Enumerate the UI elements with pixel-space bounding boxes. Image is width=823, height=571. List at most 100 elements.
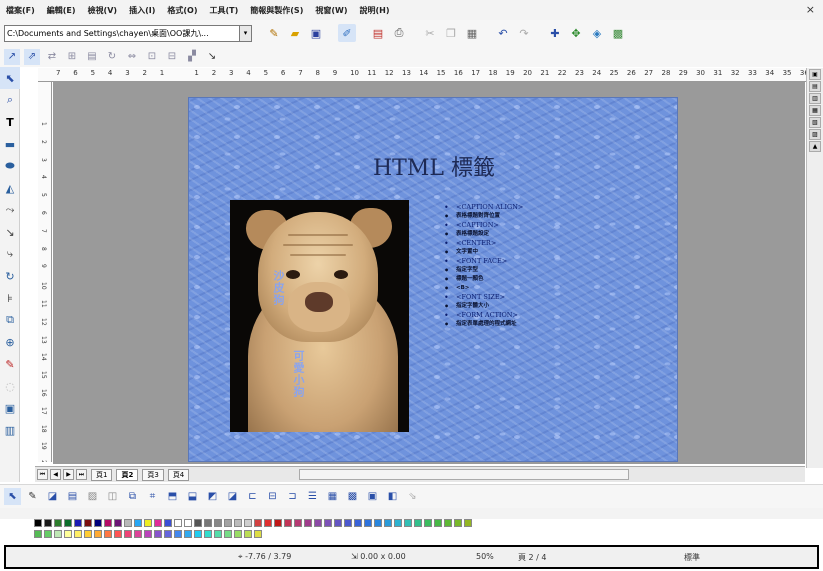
color-swatch[interactable] xyxy=(244,519,252,527)
color-swatch[interactable] xyxy=(194,519,202,527)
menu-insert[interactable]: 插入(I) xyxy=(129,5,155,16)
line-style-icon[interactable]: ↗ xyxy=(4,48,20,65)
color-swatch[interactable] xyxy=(164,530,172,538)
backward-icon[interactable]: ◪ xyxy=(224,488,241,505)
color-swatch[interactable] xyxy=(254,530,262,538)
insert-tool-icon[interactable]: ⊕ xyxy=(0,331,20,353)
color-swatch[interactable] xyxy=(404,519,412,527)
page-tab[interactable]: 頁1 xyxy=(91,468,113,481)
open-folder-icon[interactable]: ▰ xyxy=(286,24,304,42)
next-page-icon[interactable]: ▶ xyxy=(63,469,74,480)
redo-icon[interactable]: ↷ xyxy=(515,24,533,42)
color-swatch[interactable] xyxy=(294,519,302,527)
color-swatch[interactable] xyxy=(424,519,432,527)
color-swatch[interactable] xyxy=(134,519,142,527)
edit-mode-icon[interactable]: ✐ xyxy=(338,24,356,42)
color-swatch[interactable] xyxy=(234,519,242,527)
color-swatch[interactable] xyxy=(304,519,312,527)
color-swatch[interactable] xyxy=(114,530,122,538)
chevron-down-icon[interactable]: ▾ xyxy=(240,24,252,42)
color-swatch[interactable] xyxy=(414,519,422,527)
view-button-4[interactable]: ▦ xyxy=(809,105,821,116)
last-page-icon[interactable]: ⏭ xyxy=(76,469,87,480)
view-button-5[interactable]: ▧ xyxy=(809,117,821,128)
hyperlink-icon[interactable]: ✚ xyxy=(546,24,564,42)
color-swatch[interactable] xyxy=(54,519,62,527)
color-swatch[interactable] xyxy=(204,519,212,527)
send-back-icon[interactable]: ⬓ xyxy=(184,488,201,505)
bullet-list[interactable]: <CAPTION ALIGN>表格標題對齊位置<CAPTION>表格標題設定<C… xyxy=(441,203,661,329)
color-swatch[interactable] xyxy=(214,530,222,538)
menu-help[interactable]: 說明(H) xyxy=(360,5,390,16)
horizontal-scrollbar[interactable] xyxy=(299,469,630,480)
color-swatch[interactable] xyxy=(264,519,272,527)
view-button-1[interactable]: ▣ xyxy=(809,69,821,80)
ungroup-icon[interactable]: ⊟ xyxy=(164,49,180,65)
bring-front-icon[interactable]: ⬒ xyxy=(164,488,181,505)
dog-photo[interactable]: 沙皮狗 可愛小狗 xyxy=(230,200,409,432)
zoom-tool-icon[interactable]: ⌕ xyxy=(0,89,20,111)
color-swatch[interactable] xyxy=(224,519,232,527)
shadow-icon[interactable]: ▞ xyxy=(184,49,200,65)
color-swatch[interactable] xyxy=(104,530,112,538)
page-tab-active[interactable]: 頁2 xyxy=(116,468,139,481)
connector-tool-icon[interactable]: ⤷ xyxy=(0,243,20,265)
prev-page-icon[interactable]: ◀ xyxy=(50,469,61,480)
color-swatch[interactable] xyxy=(204,530,212,538)
flip-icon[interactable]: ⇔ xyxy=(124,49,140,65)
align-right-icon[interactable]: ⊐ xyxy=(284,488,301,505)
paste-icon[interactable]: ▦ xyxy=(463,24,481,42)
grid-icon[interactable]: ▦ xyxy=(324,488,341,505)
color-swatch[interactable] xyxy=(174,519,182,527)
color-swatch[interactable] xyxy=(154,519,162,527)
line-tool-icon[interactable]: ↘ xyxy=(0,221,20,243)
color-swatch[interactable] xyxy=(184,530,192,538)
line-color-icon[interactable]: ▤ xyxy=(64,488,81,505)
color-swatch[interactable] xyxy=(194,530,202,538)
select-icon[interactable]: ⬉ xyxy=(4,488,21,505)
navigator-icon[interactable]: ✥ xyxy=(567,24,585,42)
color-swatch[interactable] xyxy=(214,519,222,527)
arrange-tool-icon[interactable]: ⧉ xyxy=(0,309,20,331)
color-swatch[interactable] xyxy=(84,530,92,538)
color-swatch[interactable] xyxy=(334,519,342,527)
color-swatch[interactable] xyxy=(164,519,172,527)
align-icon[interactable]: ⊞ xyxy=(64,49,80,65)
interaction-tool-icon[interactable]: ▣ xyxy=(0,397,20,419)
color-swatch[interactable] xyxy=(224,530,232,538)
arrow-style-icon[interactable]: ⇗ xyxy=(24,48,40,65)
distribute-icon[interactable]: ☰ xyxy=(304,488,321,505)
scroll-up-icon[interactable]: ▲ xyxy=(809,141,821,152)
rectangle-tool-icon[interactable]: ▬ xyxy=(0,133,20,155)
color-swatch[interactable] xyxy=(354,519,362,527)
crop-icon[interactable]: ⌗ xyxy=(144,488,161,505)
color-swatch[interactable] xyxy=(274,519,282,527)
color-swatch[interactable] xyxy=(434,519,442,527)
fill-color-icon[interactable]: ◪ xyxy=(44,488,61,505)
text-tool-icon[interactable]: T xyxy=(0,111,20,133)
color-swatch[interactable] xyxy=(284,519,292,527)
color-swatch[interactable] xyxy=(364,519,372,527)
horizontal-ruler[interactable]: 7 6 5 4 3 2 1 1 2 3 4 5 6 7 8 9 10 11 12 13 14 15 16 17 18 19 20 21… xyxy=(38,68,806,82)
color-swatch[interactable] xyxy=(384,519,392,527)
align-left-icon[interactable]: ⊏ xyxy=(244,488,261,505)
slide[interactable]: HTML 標籤 沙皮狗 可愛小狗 <CAPTION ALIGN>表格標題對齊位置… xyxy=(188,97,678,462)
color-swatch[interactable] xyxy=(34,530,42,538)
group-icon[interactable]: ⊡ xyxy=(144,49,160,65)
color-swatch[interactable] xyxy=(84,519,92,527)
print-icon[interactable]: ⎙ xyxy=(390,24,408,42)
forward-icon[interactable]: ◩ xyxy=(204,488,221,505)
color-swatch[interactable] xyxy=(144,530,152,538)
gradient-icon[interactable]: ⧉ xyxy=(124,488,141,505)
color-swatch[interactable] xyxy=(74,530,82,538)
color-swatch[interactable] xyxy=(64,519,72,527)
color-swatch[interactable] xyxy=(244,530,252,538)
color-swatch[interactable] xyxy=(124,530,132,538)
ellipse-tool-icon[interactable]: ⬬ xyxy=(0,155,20,177)
color-swatch[interactable] xyxy=(94,530,102,538)
menu-window[interactable]: 視窗(W) xyxy=(315,5,347,16)
menu-view[interactable]: 檢視(V) xyxy=(88,5,118,16)
gallery-icon[interactable]: ◈ xyxy=(588,24,606,42)
document-path-field[interactable]: C:\Documents and Settings\chayen\桌面\OO課九… xyxy=(4,24,240,42)
view-button-2[interactable]: ▤ xyxy=(809,81,821,92)
